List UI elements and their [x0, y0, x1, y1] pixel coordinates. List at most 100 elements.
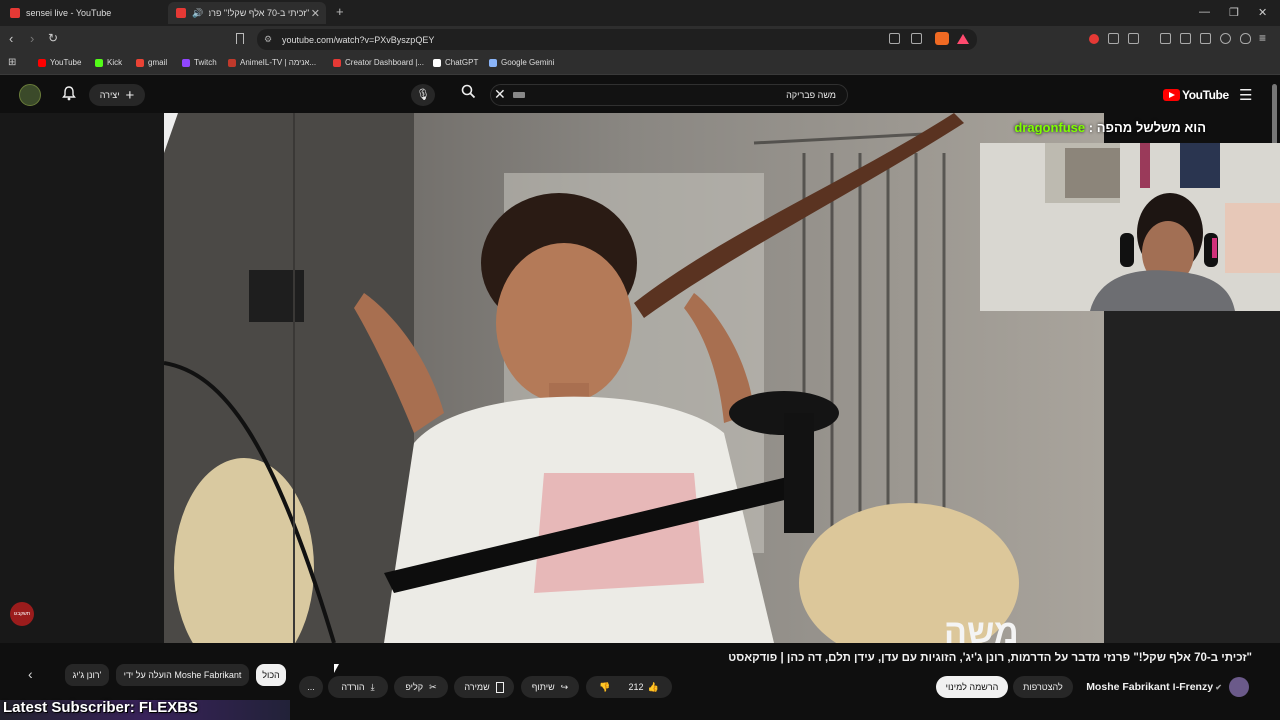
chip-label: הועלה על ידי Moshe Fabrikant — [123, 670, 242, 680]
brave-rewards-icon[interactable] — [957, 34, 969, 44]
bookmark-favicon-icon — [38, 58, 46, 67]
close-window-icon[interactable]: ✕ — [1258, 6, 1267, 19]
bookmark-item[interactable]: YouTube — [38, 58, 81, 67]
sidebar-icon[interactable] — [1180, 33, 1191, 44]
scissors-icon: ✂ — [429, 681, 437, 692]
chip-all[interactable]: הכול — [256, 664, 286, 686]
reload-icon[interactable]: ↻ — [48, 31, 58, 45]
apps-grid-icon[interactable]: ⊞ — [8, 57, 16, 68]
video-title: "זכיתי ב-70 אלף שקל!" פרנזי מדבר על הדרמ… — [728, 652, 1252, 664]
chip-label: הכול — [262, 670, 280, 680]
browser-menu-icon[interactable]: ≡ — [1259, 31, 1266, 45]
mic-icon[interactable]: 🎙 — [411, 84, 435, 106]
join-button[interactable]: להצטרפות — [1013, 676, 1073, 698]
chip-ronen[interactable]: רונן ג'יג' — [65, 664, 109, 686]
speaker-icon[interactable]: 🔊 — [192, 8, 203, 19]
more-actions-button[interactable]: ... — [299, 676, 323, 698]
youtube-favicon-icon — [176, 8, 186, 18]
restore-icon[interactable]: ❐ — [1229, 6, 1239, 19]
share-page-icon[interactable] — [911, 33, 922, 44]
back-icon[interactable]: ‹ — [9, 31, 13, 46]
bookmark-item[interactable]: gmail — [136, 58, 167, 67]
search-icon[interactable] — [451, 84, 485, 106]
forward-icon[interactable]: › — [30, 31, 34, 46]
extension-red-icon[interactable] — [1089, 34, 1099, 44]
create-button[interactable]: יצירה + — [89, 84, 145, 106]
bookmark-label: Twitch — [194, 58, 217, 67]
bookmark-item[interactable]: AnimeIL-TV | אנימה... — [228, 58, 316, 67]
chips-previous-icon[interactable]: ‹ — [28, 666, 33, 682]
leo-ai-icon[interactable] — [1220, 33, 1231, 44]
save-button[interactable]: שמירה — [454, 676, 514, 698]
bookmark-favicon-icon — [182, 58, 190, 67]
channel-avatar[interactable] — [1229, 677, 1249, 697]
bookmark-item[interactable]: Kick — [95, 58, 122, 67]
vpn-shield-icon[interactable] — [1240, 33, 1251, 44]
youtube-logo[interactable]: YouTube — [1163, 88, 1229, 102]
wallet-icon[interactable] — [1200, 33, 1211, 44]
bookmark-item[interactable]: ChatGPT — [433, 58, 478, 67]
video-frame: משה — [164, 113, 1104, 643]
share-icon: ↪ — [560, 681, 569, 692]
menu-icon[interactable]: ☰ — [1239, 86, 1252, 104]
chat-separator: : — [1085, 120, 1097, 135]
tab-current-video[interactable]: 🔊 "זכיתי ב-70 אלף שקל!" פרנזי ✕ — [168, 2, 326, 24]
bookmark-item[interactable]: Google Gemini — [489, 58, 554, 67]
download-label: הורדה — [341, 682, 365, 692]
youtube-logo-text: YouTube — [1182, 88, 1229, 102]
like-count[interactable]: 212 — [628, 682, 643, 692]
extension-box-icon[interactable] — [1128, 33, 1139, 44]
video-caption: משה — [944, 613, 1019, 643]
video-player[interactable]: משה — [164, 113, 1104, 643]
stream-right-panel — [1104, 311, 1280, 643]
close-tab-icon[interactable]: ✕ — [311, 7, 320, 20]
bookmark-item[interactable]: Twitch — [182, 58, 217, 67]
extensions-icon[interactable] — [1108, 33, 1119, 44]
dislike-icon[interactable]: 👎 — [599, 682, 610, 693]
site-info-icon[interactable]: ⚙ — [264, 34, 272, 45]
tab-title: "זכיתי ב-70 אלף שקל!" פרנזי — [209, 8, 310, 18]
plus-icon: + — [125, 86, 135, 104]
search-query[interactable]: משה פבריקה — [700, 90, 836, 100]
tab-sensei-live[interactable]: sensei live - YouTube — [10, 2, 165, 24]
bookmark-item[interactable]: Creator Dashboard |... — [333, 58, 424, 67]
share-button[interactable]: שיתוף ↪ — [521, 676, 579, 698]
bookmark-label: gmail — [148, 58, 168, 67]
chat-username: dragonfuse — [1014, 120, 1086, 135]
join-label: להצטרפות — [1023, 682, 1063, 692]
youtube-play-icon — [1163, 89, 1180, 101]
mouse-cursor — [334, 664, 339, 673]
youtube-favicon-icon — [10, 8, 20, 18]
chip-label: רונן ג'יג' — [72, 670, 102, 680]
bookmark-favicon-icon — [489, 58, 497, 67]
cast-icon[interactable] — [889, 33, 900, 44]
chat-overlay: הוא משלשל מהפה : dragonfuse — [1000, 120, 1206, 135]
url-text[interactable]: youtube.com/watch?v=PXvByszpQEY — [282, 35, 434, 45]
verified-icon: ✔ — [1213, 683, 1222, 692]
chip-uploaded-by[interactable]: הועלה על ידי Moshe Fabrikant — [116, 664, 249, 686]
download-icon: ⤓ — [370, 681, 375, 692]
minimize-icon[interactable]: — — [1199, 6, 1210, 18]
clear-search-icon[interactable]: ✕ — [494, 86, 506, 103]
clip-button[interactable]: קליפ ✂ — [394, 676, 448, 698]
save-label: שמירה — [464, 682, 490, 692]
save-icon — [495, 681, 504, 693]
channel-name[interactable]: ✔ Frenzy-ו Moshe Fabrikant — [1086, 681, 1222, 693]
bell-icon[interactable] — [62, 86, 76, 105]
brave-shield-icon[interactable] — [935, 32, 949, 45]
subscribe-button[interactable]: הרשמה למינוי — [936, 676, 1008, 698]
bookmark-label: Creator Dashboard |... — [345, 58, 425, 67]
bookmark-label: Google Gemini — [501, 58, 555, 67]
like-icon[interactable]: 👍 — [648, 682, 659, 693]
new-tab-button[interactable]: + — [336, 4, 344, 19]
bookmark-label: Kick — [107, 58, 123, 67]
download-button[interactable]: הורדה ⤓ — [328, 676, 388, 698]
media-icon[interactable] — [1160, 33, 1171, 44]
bookmark-icon[interactable] — [236, 33, 244, 44]
more-icon: ... — [307, 682, 315, 692]
chat-message: הוא משלשל מהפה — [1096, 120, 1206, 135]
create-label: יצירה — [99, 90, 120, 100]
clip-label: קליפ — [405, 682, 424, 692]
avatar[interactable] — [19, 84, 41, 106]
keyboard-icon[interactable] — [513, 92, 525, 98]
